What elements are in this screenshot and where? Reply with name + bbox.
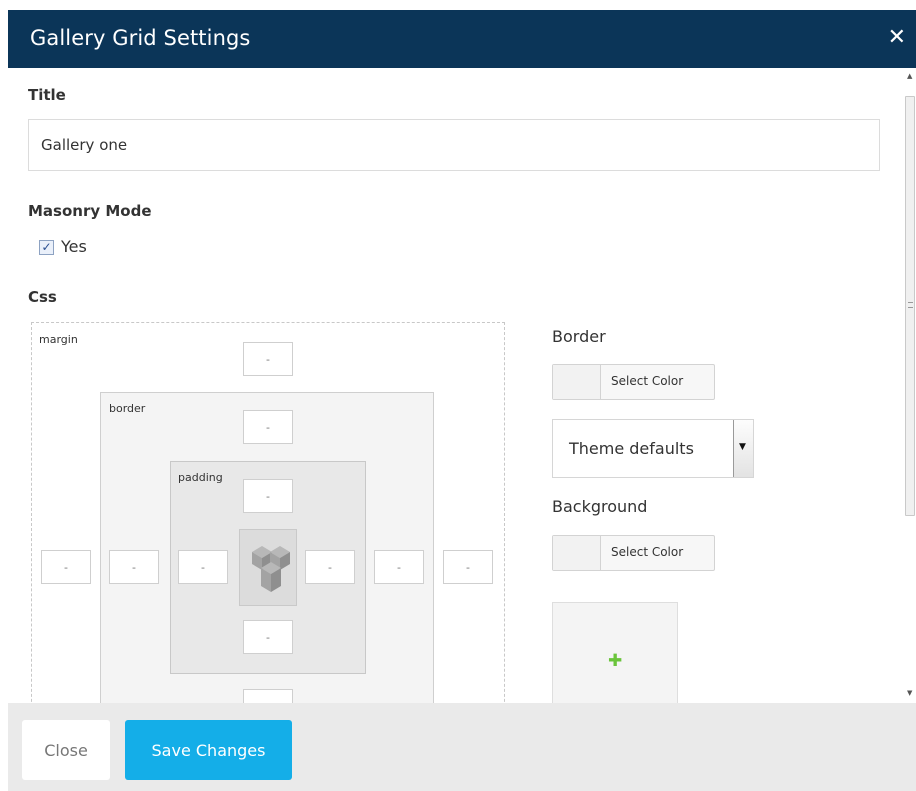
dialog-content: Title Masonry Mode ✓ Yes Css margin bord… (8, 68, 904, 703)
masonry-mode-label: Masonry Mode (28, 202, 152, 220)
vc-logo-icon (239, 529, 297, 606)
border-right-input[interactable] (374, 550, 424, 584)
dialog-title: Gallery Grid Settings (30, 26, 251, 50)
border-color-swatch (553, 365, 601, 399)
plus-icon: ✚ (608, 651, 623, 671)
border-label: border (109, 402, 146, 415)
scroll-up-icon[interactable]: ▲ (907, 72, 912, 80)
masonry-yes-label: Yes (61, 237, 87, 256)
background-label: Background (552, 497, 648, 516)
chevron-down-icon: ▼ (739, 442, 746, 452)
save-changes-button[interactable]: Save Changes (125, 720, 292, 780)
border-color-button[interactable]: Select Color (552, 364, 715, 400)
border-bottom-input[interactable] (243, 689, 293, 703)
border-top-input[interactable] (243, 410, 293, 444)
scroll-thumb[interactable] (905, 96, 915, 516)
margin-right-input[interactable] (443, 550, 493, 584)
border-style-value: Theme defaults (569, 439, 694, 458)
border-style-label: Border (552, 327, 606, 346)
border-color-text: Select Color (611, 374, 684, 388)
margin-left-input[interactable] (41, 550, 91, 584)
background-color-text: Select Color (611, 545, 684, 559)
padding-label: padding (178, 471, 223, 484)
add-background-image[interactable]: ✚ (552, 602, 678, 703)
margin-top-input[interactable] (243, 342, 293, 376)
padding-right-input[interactable] (305, 550, 355, 584)
dialog-footer: Close Save Changes (8, 703, 916, 791)
margin-label: margin (39, 333, 78, 346)
content-scrollbar[interactable]: ▲ ▼ (904, 68, 916, 703)
padding-bottom-input[interactable] (243, 620, 293, 654)
close-button[interactable]: Close (22, 720, 110, 780)
title-input[interactable] (28, 119, 880, 171)
border-style-select[interactable]: Theme defaults ▼ (552, 419, 754, 478)
title-label: Title (28, 86, 66, 104)
select-arrow[interactable]: ▼ (733, 420, 753, 477)
padding-top-input[interactable] (243, 479, 293, 513)
border-left-input[interactable] (109, 550, 159, 584)
close-icon[interactable]: ✕ (888, 24, 906, 52)
padding-left-input[interactable] (178, 550, 228, 584)
masonry-checkbox[interactable]: ✓ (39, 240, 54, 255)
scroll-grip-icon (908, 302, 913, 308)
background-color-button[interactable]: Select Color (552, 535, 715, 571)
scroll-down-icon[interactable]: ▼ (907, 689, 912, 697)
css-label: Css (28, 288, 57, 306)
dialog-header: Gallery Grid Settings ✕ (8, 10, 916, 68)
background-color-swatch (553, 536, 601, 570)
